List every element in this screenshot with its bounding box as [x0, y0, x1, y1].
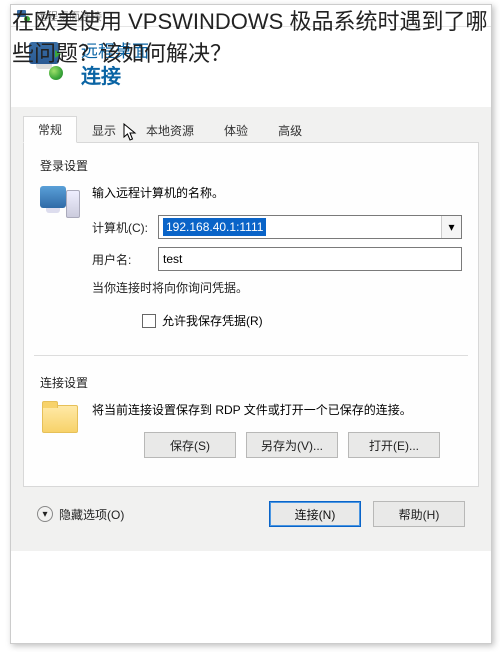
username-label: 用户名: — [92, 251, 150, 268]
computer-value: 192.168.40.1:1111 — [163, 218, 266, 236]
username-input[interactable]: test — [158, 247, 462, 271]
connect-button[interactable]: 连接(N) — [269, 501, 361, 527]
tab-local-resources[interactable]: 本地资源 — [131, 117, 209, 143]
hide-options-toggle[interactable]: ▾ 隐藏选项(O) — [37, 506, 124, 523]
computer-dropdown-button[interactable]: ▾ — [441, 216, 461, 238]
save-as-button[interactable]: 另存为(V)... — [246, 432, 338, 458]
computer-icon — [40, 184, 80, 222]
computer-combobox[interactable]: 192.168.40.1:1111 ▾ — [158, 215, 462, 239]
remember-credentials-label: 允许我保存凭据(R) — [162, 312, 263, 329]
tab-general[interactable]: 常规 — [23, 116, 77, 143]
connection-settings-description: 将当前连接设置保存到 RDP 文件或打开一个已保存的连接。 — [92, 401, 462, 418]
dialog-footer: ▾ 隐藏选项(O) 连接(N) 帮助(H) — [23, 487, 479, 535]
remember-credentials-checkbox[interactable] — [142, 314, 156, 328]
computer-label: 计算机(C): — [92, 219, 150, 236]
login-settings-title: 登录设置 — [40, 157, 462, 174]
rdc-window: 远程桌面连接 远程桌面 连接 常规 显示 本地资源 体验 高级 登录设置 — [10, 4, 492, 644]
save-button[interactable]: 保存(S) — [144, 432, 236, 458]
tab-experience[interactable]: 体验 — [209, 117, 263, 143]
dialog-body: 常规 显示 本地资源 体验 高级 登录设置 输入远程计算机的名称。 计算机(C)… — [11, 107, 491, 551]
connection-settings-title: 连接设置 — [40, 374, 462, 391]
chevron-down-icon: ▾ — [448, 220, 454, 234]
group-separator — [34, 355, 468, 356]
hide-options-label: 隐藏选项(O) — [59, 506, 124, 523]
folder-icon — [40, 401, 80, 435]
tab-strip: 常规 显示 本地资源 体验 高级 — [23, 115, 479, 143]
overlay-question-text: 在欧美使用 VPSWINDOWS 极品系统时遇到了哪些问题？该如何解决？ — [12, 6, 488, 70]
tab-pane-general: 登录设置 输入远程计算机的名称。 计算机(C): 192.168.40.1:11… — [23, 143, 479, 487]
collapse-icon: ▾ — [37, 506, 53, 522]
mouse-cursor-icon — [123, 123, 141, 143]
help-button[interactable]: 帮助(H) — [373, 501, 465, 527]
login-instruction: 输入远程计算机的名称。 — [92, 184, 462, 201]
tab-advanced[interactable]: 高级 — [263, 117, 317, 143]
credentials-hint: 当你连接时将向你询问凭据。 — [92, 279, 462, 296]
open-button[interactable]: 打开(E)... — [348, 432, 440, 458]
